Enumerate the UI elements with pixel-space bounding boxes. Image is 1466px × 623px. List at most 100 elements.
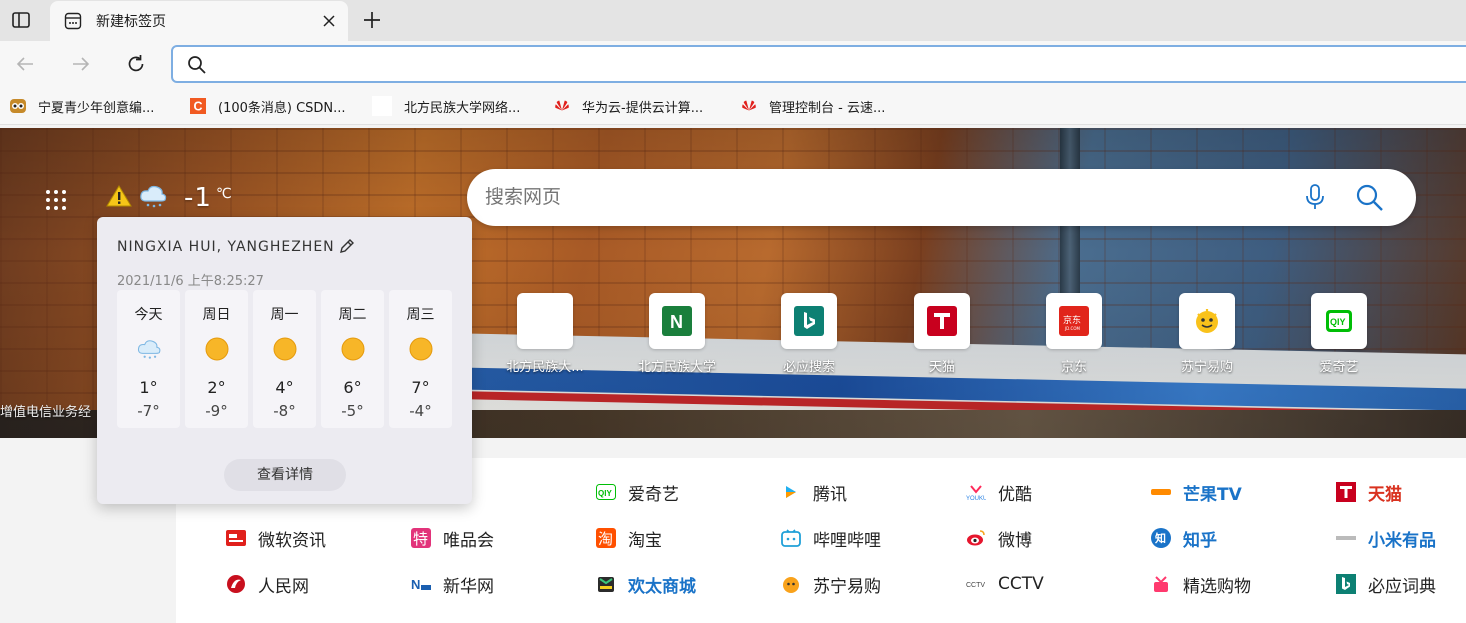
edit-pencil-icon[interactable] bbox=[338, 237, 356, 255]
blank-icon bbox=[517, 293, 573, 349]
shopping-gift-icon bbox=[1151, 574, 1171, 594]
site-link[interactable]: 欢太商城 bbox=[596, 571, 696, 597]
forecast-high: 4° bbox=[275, 378, 294, 397]
site-link[interactable]: 知 知乎 bbox=[1151, 525, 1217, 551]
quick-link-tile[interactable]: 北方民族大... bbox=[490, 293, 600, 378]
site-link[interactable]: 天猫 bbox=[1336, 479, 1402, 505]
view-details-button[interactable]: 查看详情 bbox=[224, 459, 346, 491]
web-search-box[interactable] bbox=[467, 169, 1416, 226]
tab-title: 新建标签页 bbox=[96, 14, 166, 30]
mango-tv-icon bbox=[1151, 482, 1171, 502]
site-link-label: 精选购物 bbox=[1183, 576, 1251, 597]
quick-link-label: 苏宁易购 bbox=[1180, 360, 1233, 375]
new-tab-plus-icon[interactable] bbox=[358, 6, 386, 34]
forecast-day-name: 周二 bbox=[338, 307, 367, 323]
blank-page-icon bbox=[372, 96, 392, 116]
weather-location: NINGXIA HUI, YANGHEZHEN bbox=[117, 239, 335, 255]
site-link[interactable]: 淘 淘宝 bbox=[596, 525, 662, 551]
site-link[interactable]: YOUKU 优酷 bbox=[966, 479, 1032, 505]
bookmarks-bar: 宁夏青少年创意编... C (100条消息) CSDN... 北方民族大学网络.… bbox=[0, 87, 1466, 125]
address-bar[interactable] bbox=[171, 45, 1466, 83]
sun-icon bbox=[272, 336, 298, 362]
quick-link-tile[interactable]: 天猫 bbox=[887, 293, 997, 378]
forward-arrow-icon[interactable] bbox=[66, 49, 96, 79]
site-link[interactable]: 必应词典 bbox=[1336, 571, 1436, 597]
quick-link-tile[interactable]: 京东 JD.COM 京东 bbox=[1019, 293, 1129, 378]
site-link-label: 淘宝 bbox=[628, 530, 662, 551]
quick-link-tile[interactable]: QIY 爱奇艺 bbox=[1284, 293, 1394, 378]
xinhua-icon: N bbox=[411, 574, 431, 594]
forecast-day[interactable]: 周三 7° -4° bbox=[389, 290, 452, 428]
web-search-input[interactable] bbox=[485, 183, 1285, 213]
site-link[interactable]: N 新华网 bbox=[411, 571, 494, 597]
site-link[interactable]: 芒果TV bbox=[1151, 479, 1242, 505]
address-input[interactable] bbox=[217, 51, 1417, 77]
site-link-label: 微博 bbox=[998, 530, 1032, 551]
forecast-low: -7° bbox=[137, 402, 160, 420]
forecast-day[interactable]: 今天 1° -7° bbox=[117, 290, 180, 428]
quick-link-label: 京东 bbox=[1060, 360, 1087, 375]
svg-text:N: N bbox=[670, 312, 683, 332]
forecast-day[interactable]: 周二 6° -5° bbox=[321, 290, 384, 428]
weibo-icon bbox=[966, 528, 986, 548]
site-link[interactable]: 哔哩哔哩 bbox=[781, 525, 881, 551]
forecast-day[interactable]: 周一 4° -8° bbox=[253, 290, 316, 428]
svg-text:N: N bbox=[411, 577, 420, 592]
suning-icon bbox=[781, 574, 801, 594]
weather-timestamp: 2021/11/6 上午8:25:27 bbox=[117, 274, 264, 289]
bookmark-item[interactable]: 北方民族大学网络... bbox=[372, 95, 520, 117]
site-link[interactable]: 微博 bbox=[966, 525, 1032, 551]
site-link-label: 爱奇艺 bbox=[628, 484, 679, 505]
site-link[interactable]: 人民网 bbox=[226, 571, 309, 597]
site-link-label: 芒果TV bbox=[1183, 484, 1242, 505]
site-link-label: 唯品会 bbox=[443, 530, 494, 551]
site-link[interactable]: 特 唯品会 bbox=[411, 525, 494, 551]
n-icon: N bbox=[649, 293, 705, 349]
quick-link-label: 北方民族大学 bbox=[637, 360, 716, 375]
forecast-day-name: 周日 bbox=[202, 307, 231, 323]
quick-link-tile[interactable]: N 北方民族大学 bbox=[622, 293, 732, 378]
apps-grid-icon[interactable] bbox=[44, 188, 68, 212]
site-link[interactable]: 小米有品 bbox=[1336, 525, 1436, 551]
search-icon[interactable] bbox=[1355, 183, 1385, 213]
site-link-label: 微软资讯 bbox=[258, 530, 326, 551]
taobao-icon: 淘 bbox=[596, 528, 616, 548]
forecast-high: 2° bbox=[207, 378, 226, 397]
svg-text:淘: 淘 bbox=[598, 530, 613, 548]
bookmark-label: (100条消息) CSDN... bbox=[218, 100, 346, 116]
forecast-day-name: 周三 bbox=[406, 307, 435, 323]
close-tab-icon[interactable] bbox=[318, 10, 340, 32]
site-link-label: 腾讯 bbox=[813, 484, 847, 505]
microphone-icon[interactable] bbox=[1303, 183, 1327, 211]
back-arrow-icon[interactable] bbox=[10, 49, 40, 79]
site-link[interactable]: 精选购物 bbox=[1151, 571, 1251, 597]
bookmark-label: 北方民族大学网络... bbox=[404, 100, 521, 116]
forecast-day[interactable]: 周日 2° -9° bbox=[185, 290, 248, 428]
quick-link-tile[interactable]: 苏宁易购 bbox=[1152, 293, 1262, 378]
svg-text:特: 特 bbox=[413, 530, 428, 548]
weather-widget[interactable]: -1 ℃ bbox=[106, 178, 232, 218]
refresh-icon[interactable] bbox=[121, 49, 151, 79]
site-link[interactable]: 微软资讯 bbox=[226, 525, 326, 551]
quick-links: 北方民族大... N 北方民族大学 必应搜索 天猫 京东 JD.COM 京东 苏… bbox=[490, 293, 1450, 378]
site-link[interactable]: QIY 爱奇艺 bbox=[596, 479, 679, 505]
license-notice: 增值电信业务经 bbox=[0, 405, 92, 420]
svg-text:JD.COM: JD.COM bbox=[1064, 326, 1080, 331]
forecast-low: -8° bbox=[273, 402, 296, 420]
site-link[interactable]: CCTV CCTV bbox=[966, 571, 1044, 597]
bookmark-item[interactable]: 华为云-提供云计算... bbox=[554, 95, 703, 117]
tab-new-tab[interactable]: 新建标签页 bbox=[50, 1, 348, 41]
bookmark-item[interactable]: C (100条消息) CSDN... bbox=[190, 95, 346, 117]
quick-link-tile[interactable]: 必应搜索 bbox=[754, 293, 864, 378]
site-link[interactable]: 腾讯 bbox=[781, 479, 847, 505]
bookmark-item[interactable]: 管理控制台 - 云速... bbox=[741, 95, 885, 117]
site-link[interactable]: 苏宁易购 bbox=[781, 571, 881, 597]
site-link-label: 苏宁易购 bbox=[813, 576, 881, 597]
cloudy-snow-icon bbox=[136, 336, 162, 362]
vip-icon: 特 bbox=[411, 528, 431, 548]
tab-actions-icon[interactable] bbox=[8, 8, 34, 32]
bookmark-item[interactable]: 宁夏青少年创意编... bbox=[10, 95, 154, 117]
site-link-label: 小米有品 bbox=[1368, 530, 1436, 551]
weather-popup: NINGXIA HUI, YANGHEZHEN 2021/11/6 上午8:25… bbox=[97, 217, 472, 504]
csdn-icon: C bbox=[190, 98, 206, 114]
